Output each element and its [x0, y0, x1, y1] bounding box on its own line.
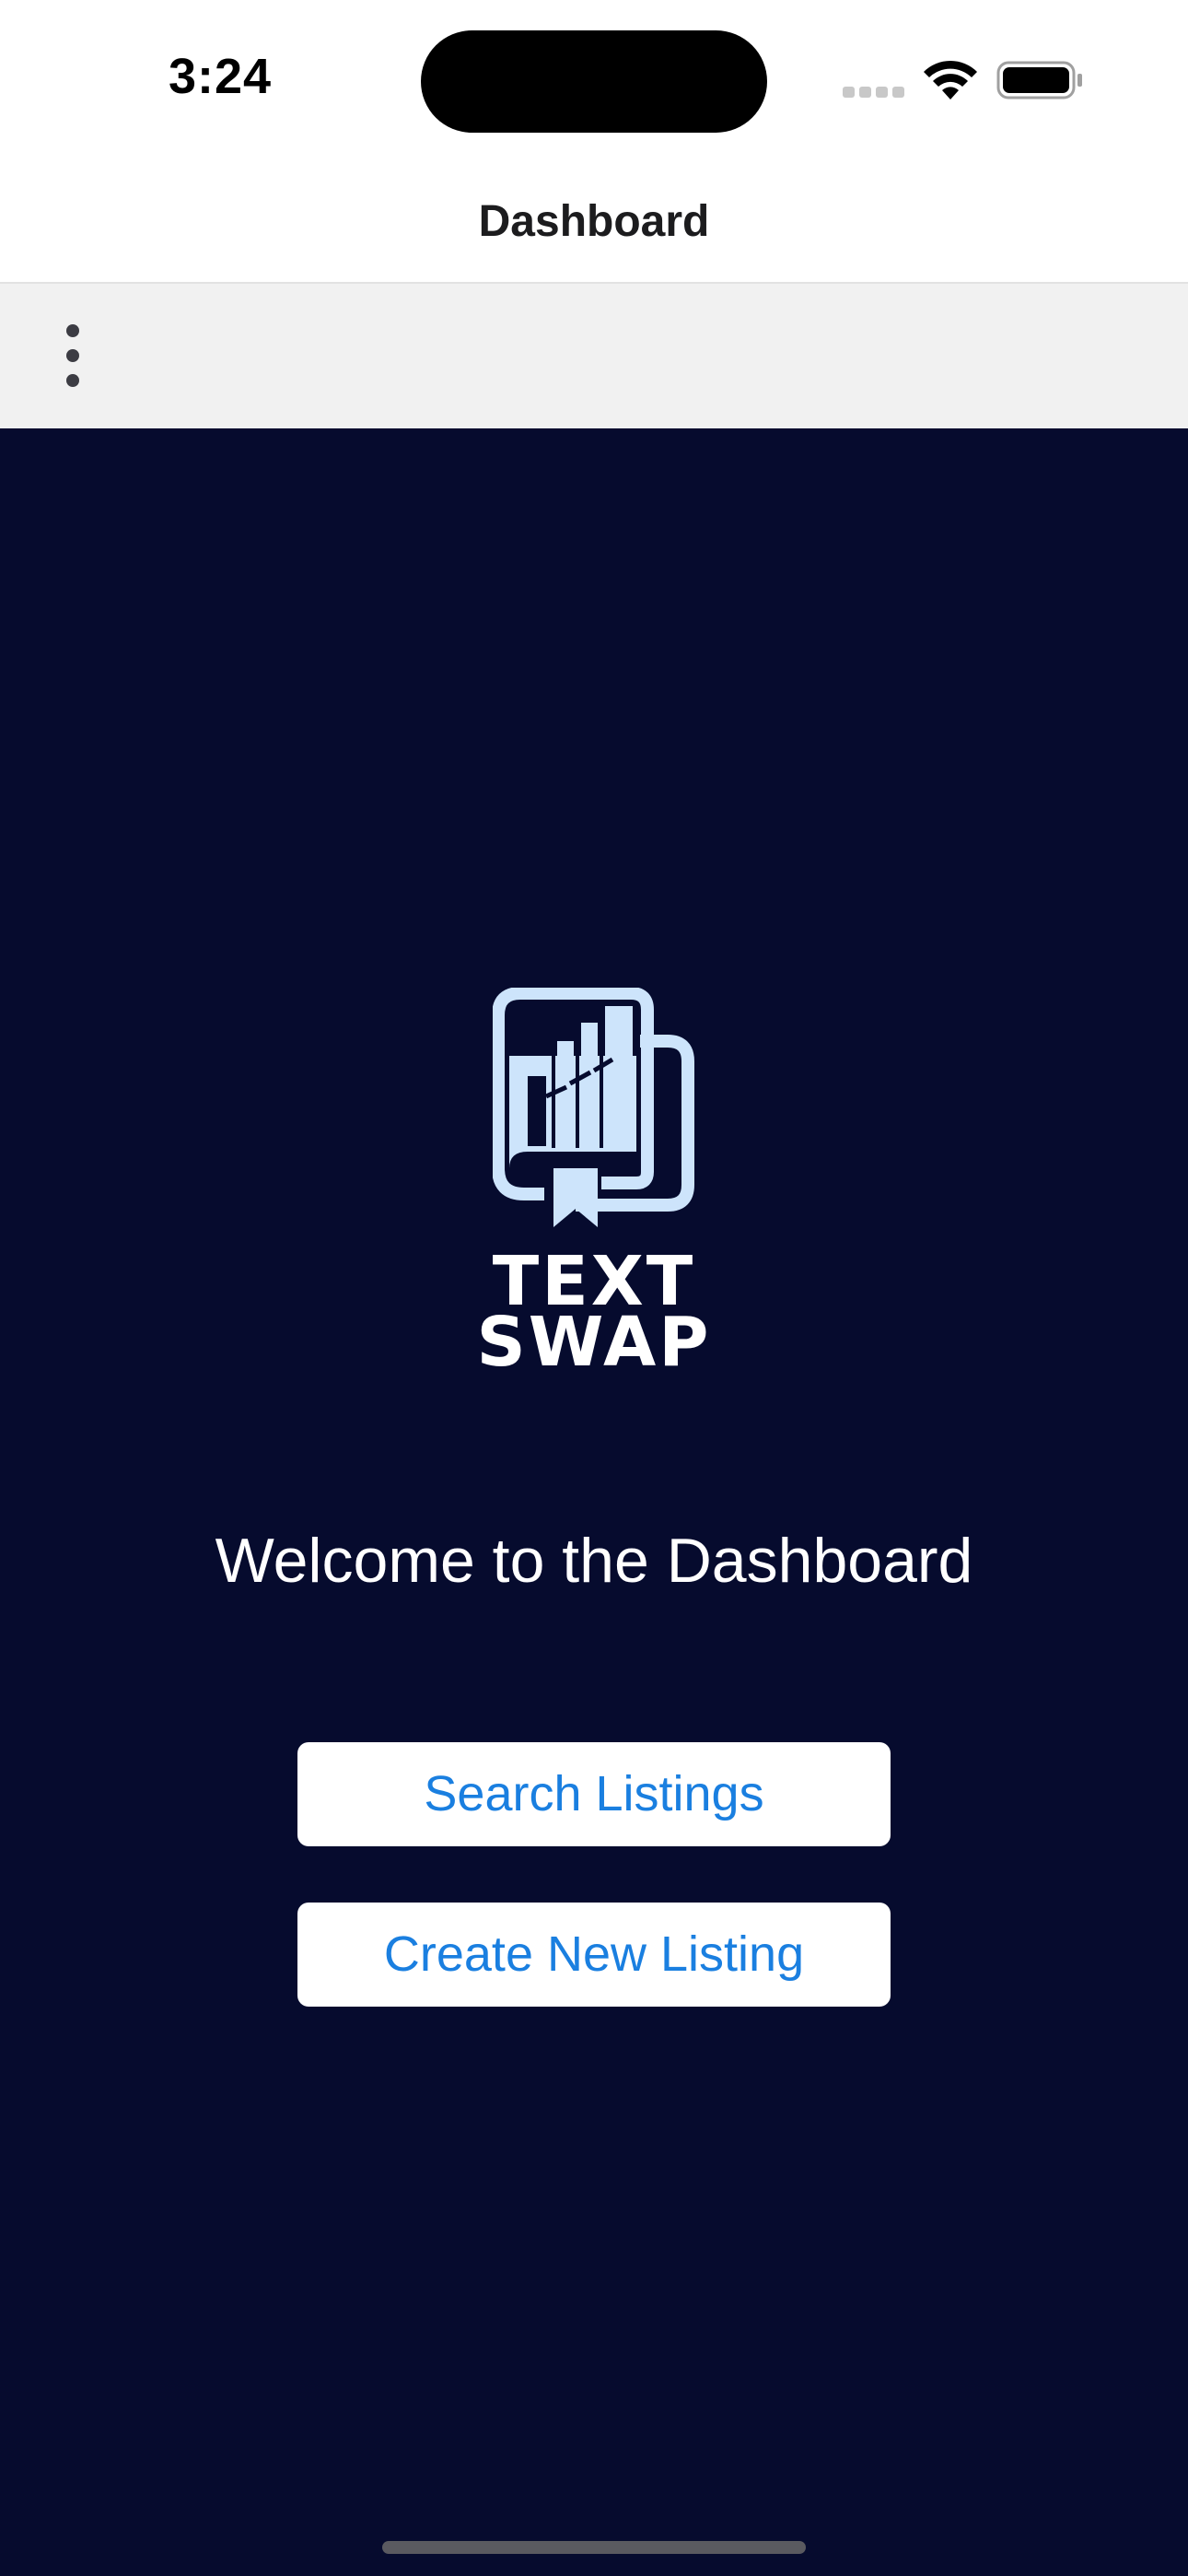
toolbar: [0, 284, 1188, 428]
status-time: 3:24: [169, 49, 273, 104]
dashboard-screen: 3:24 Dashboard TEXT SWAP Welcome to the …: [0, 0, 1188, 2576]
ellipsis-dot: [66, 374, 79, 387]
app-logo-text: TEXT SWAP: [0, 1247, 1188, 1382]
create-new-listing-button[interactable]: Create New Listing: [297, 1903, 891, 2007]
book-bar-chart-logo-icon: [493, 988, 694, 1227]
vertical-ellipsis-icon: [66, 324, 79, 337]
home-indicator[interactable]: [382, 2541, 806, 2554]
battery-icon: [996, 61, 1082, 100]
ellipsis-dot: [66, 349, 79, 362]
wifi-icon: [924, 60, 977, 100]
navigation-bar: Dashboard: [0, 161, 1188, 284]
status-bar: 3:24: [0, 0, 1188, 161]
welcome-heading: Welcome to the Dashboard: [215, 1526, 973, 1596]
cellular-signal-icon: [843, 87, 905, 98]
logo-line-2: SWAP: [476, 1303, 712, 1382]
more-options-button[interactable]: [46, 321, 101, 391]
search-listings-button[interactable]: Search Listings: [297, 1742, 891, 1846]
page-title: Dashboard: [478, 197, 710, 246]
dynamic-island: [421, 30, 767, 133]
